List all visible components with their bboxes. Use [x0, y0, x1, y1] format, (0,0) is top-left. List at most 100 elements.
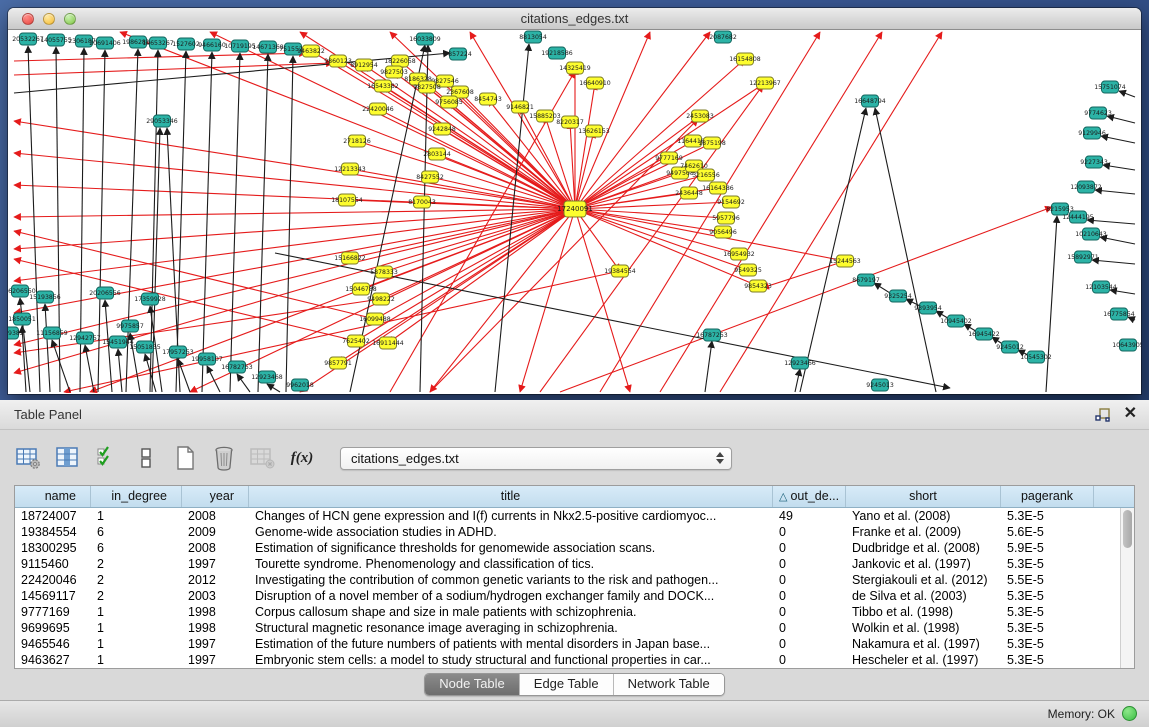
column-header-short[interactable]: short: [846, 486, 1001, 507]
graph-node[interactable]: 9146821: [506, 101, 534, 113]
svg-text:9777169: 9777169: [655, 155, 683, 162]
graph-node[interactable]: 17957253: [162, 346, 194, 358]
column-header-year[interactable]: year: [182, 486, 249, 507]
edge: [1103, 165, 1135, 170]
graph-node[interactable]: 16640910: [579, 77, 611, 89]
table-source-dropdown[interactable]: citations_edges.txt: [340, 447, 732, 470]
graph-node[interactable]: 12213343: [334, 163, 366, 175]
graph-node[interactable]: 5957796: [712, 212, 740, 224]
table-vertical-scrollbar[interactable]: [1120, 508, 1134, 668]
table-row[interactable]: 1830029562008Estimation of significance …: [15, 540, 1120, 556]
graph-node[interactable]: 20532267: [12, 33, 44, 45]
select-column-icon[interactable]: [55, 445, 81, 471]
scrollbar-thumb[interactable]: [1123, 510, 1132, 548]
graph-node[interactable]: 9154692: [717, 196, 745, 208]
graph-node[interactable]: 18107554: [331, 194, 363, 206]
cell-name: 9463627: [15, 652, 91, 668]
table-row[interactable]: 946554611997Estimation of the future num…: [15, 636, 1120, 652]
column-header-title[interactable]: title: [249, 486, 773, 507]
new-column-file-icon[interactable]: [172, 445, 198, 471]
graph-node[interactable]: 29053346: [146, 115, 178, 127]
svg-text:15244563: 15244563: [829, 258, 861, 265]
table-row[interactable]: 977716911998Corpus callosum shape and si…: [15, 604, 1120, 620]
graph-node[interactable]: 14325419: [559, 62, 591, 74]
graph-node[interactable]: 16911444: [372, 337, 404, 349]
graph-node[interactable]: 8912954: [350, 59, 378, 71]
graph-node[interactable]: 11156859: [36, 327, 68, 339]
graph-node[interactable]: 16954932: [723, 248, 755, 260]
graph-node[interactable]: 12923466: [784, 357, 816, 369]
table-settings-icon[interactable]: [16, 445, 42, 471]
graph-node[interactable]: 8813054: [519, 31, 547, 43]
table-row[interactable]: 911546021997Tourette syndrome. Phenomeno…: [15, 556, 1120, 572]
graph-node[interactable]: 22420046: [362, 103, 394, 115]
column-header-in_degree[interactable]: in_degree: [91, 486, 182, 507]
graph-node[interactable]: 16782753: [221, 361, 253, 373]
graph-node[interactable]: 19218586: [541, 47, 573, 59]
tab-node-table[interactable]: Node Table: [425, 674, 520, 695]
graph-node[interactable]: 8454743: [474, 93, 502, 105]
graph-node[interactable]: 10210643: [1075, 228, 1107, 240]
graph-node[interactable]: 16154808: [729, 53, 761, 65]
table-row[interactable]: 2242004622012Investigating the contribut…: [15, 572, 1120, 588]
graph-node[interactable]: 1850051: [8, 313, 36, 325]
graph-node[interactable]: 9466160: [198, 39, 226, 51]
graph-node[interactable]: 9245013: [866, 379, 894, 391]
table-row[interactable]: 1938455462009Genome-wide association stu…: [15, 524, 1120, 540]
network-canvas[interactable]: 2053226714055755230618762069140619862819…: [8, 30, 1141, 394]
svg-text:7625402: 7625402: [342, 338, 370, 345]
row-height-icon[interactable]: [133, 445, 159, 471]
graph-node[interactable]: 15892971: [1067, 251, 1099, 263]
table-row[interactable]: 969969511998Structural magnetic resonanc…: [15, 620, 1120, 636]
graph-node[interactable]: 15166822: [334, 252, 366, 264]
delete-column-trash-icon[interactable]: [211, 445, 237, 471]
graph-node[interactable]: 10545302: [1020, 351, 1052, 363]
graph-node[interactable]: 12213967: [749, 77, 781, 89]
graph-node[interactable]: 2087682: [709, 31, 737, 43]
graph-node[interactable]: 8170043: [408, 196, 436, 208]
select-rows-checklist-icon[interactable]: [94, 445, 120, 471]
graph-node[interactable]: 9860123: [324, 55, 352, 67]
graph-node[interactable]: 2436448: [675, 187, 703, 199]
function-builder-icon[interactable]: f(x): [289, 445, 315, 471]
network-window-titlebar[interactable]: citations_edges.txt: [8, 8, 1141, 30]
table-row[interactable]: 946362711997Embryonic stem cells: a mode…: [15, 652, 1120, 668]
graph-node[interactable]: 9857791: [324, 357, 352, 369]
graph-node[interactable]: 10643905: [1112, 339, 1141, 351]
citation-network-graph[interactable]: 2053226714055755230618762069140619862819…: [8, 30, 1141, 393]
graph-node[interactable]: 12942757: [69, 332, 101, 344]
graph-node[interactable]: 9777169: [655, 152, 683, 164]
graph-node[interactable]: 12103544: [1085, 281, 1117, 293]
graph-node[interactable]: 15244563: [829, 255, 861, 267]
graph-node[interactable]: 7857224: [444, 48, 472, 60]
network-window[interactable]: citations_edges.txt 20532267140557552306…: [8, 8, 1141, 394]
graph-node[interactable]: 1527602: [172, 38, 200, 50]
graph-node[interactable]: 3919382: [8, 327, 24, 339]
column-header-out_de[interactable]: △out_de...: [773, 486, 846, 507]
graph-node[interactable]: 9227343: [1080, 156, 1108, 168]
graph-node[interactable]: 13626153: [578, 125, 610, 137]
tab-network-table[interactable]: Network Table: [614, 674, 724, 695]
graph-node[interactable]: 12093872: [1070, 181, 1102, 193]
column-header-pagerank[interactable]: pagerank: [1001, 486, 1094, 507]
float-window-icon[interactable]: [1095, 407, 1111, 423]
graph-node[interactable]: 14055755: [40, 34, 72, 46]
graph-node[interactable]: 9774623: [1084, 107, 1112, 119]
graph-node[interactable]: 9975857: [116, 320, 144, 332]
graph-node[interactable]: 16164386: [702, 182, 734, 194]
graph-node[interactable]: 20206556: [89, 287, 121, 299]
table-row[interactable]: 1872400712008Changes of HCN gene express…: [15, 508, 1120, 524]
edge: [575, 32, 650, 209]
graph-node[interactable]: 16648794: [854, 95, 886, 107]
graph-node[interactable]: 9129946: [1078, 127, 1106, 139]
tab-edge-table[interactable]: Edge Table: [520, 674, 614, 695]
column-header-name[interactable]: name: [15, 486, 91, 507]
graph-node[interactable]: 9962018: [286, 379, 314, 391]
graph-node[interactable]: 12923468: [251, 371, 283, 383]
graph-node[interactable]: 2718126: [343, 135, 371, 147]
table-row[interactable]: 1456911722003Disruption of a novel membe…: [15, 588, 1120, 604]
edge: [14, 259, 356, 341]
svg-text:15892971: 15892971: [1067, 254, 1099, 261]
graph-node[interactable]: 16033809: [409, 33, 441, 45]
close-panel-icon[interactable]: ✕: [1124, 404, 1137, 424]
